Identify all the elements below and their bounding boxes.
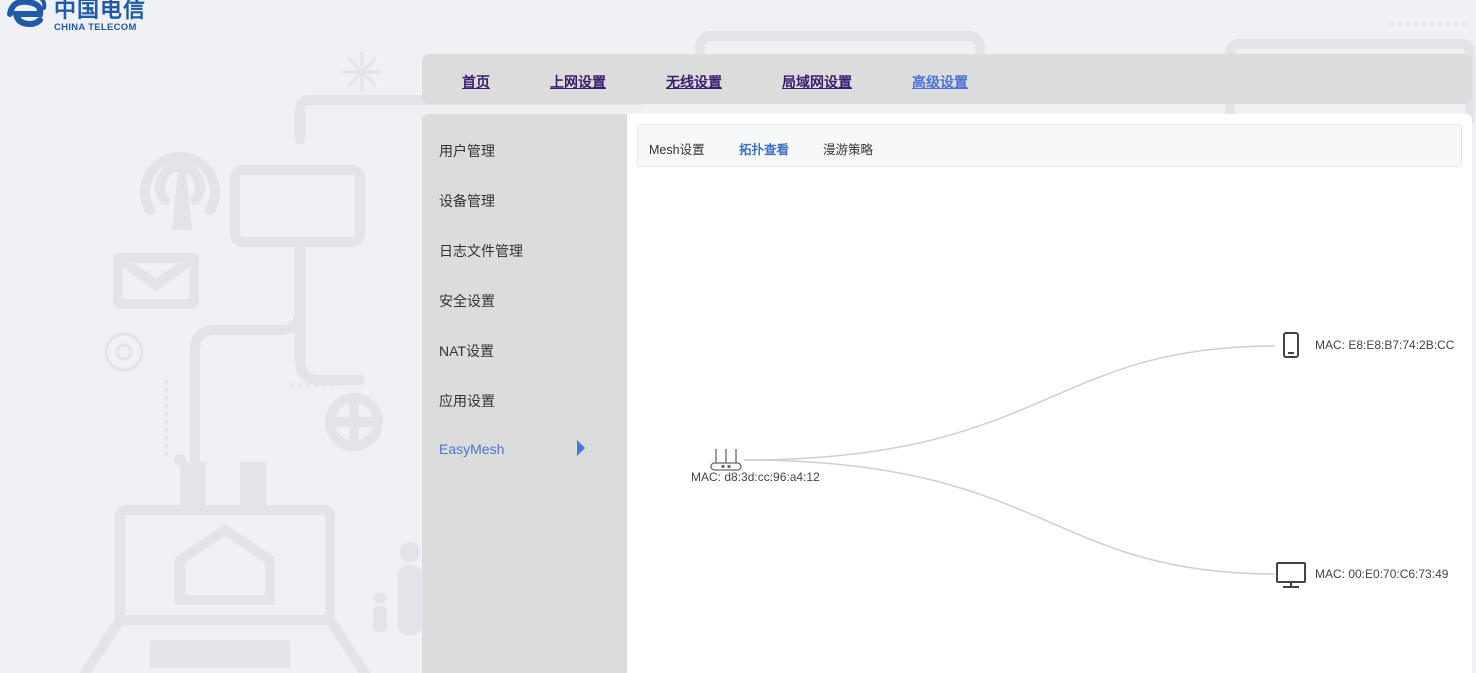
- brand-name-cn: 中国电信: [54, 0, 147, 23]
- telecom-e-logo-icon: [7, 0, 47, 28]
- sidebar-item-log-management[interactable]: 日志文件管理: [439, 241, 523, 261]
- monitor-icon[interactable]: [1276, 562, 1306, 588]
- main-content: Mesh设置 拓扑查看 漫游策略 MAC: d8:3d:cc:96:a4:12 …: [627, 114, 1472, 673]
- sidebar-item-nat[interactable]: NAT设置: [439, 341, 494, 361]
- sidebar-item-easymesh[interactable]: EasyMesh: [439, 441, 504, 457]
- topology-link-monitor: [743, 459, 1276, 575]
- top-navigation: 首页 上网设置 无线设置 局域网设置 高级设置: [422, 54, 1472, 104]
- nav-lan-settings[interactable]: 局域网设置: [782, 72, 852, 92]
- active-arrow-icon: [577, 440, 585, 456]
- sidebar: 用户管理 设备管理 日志文件管理 安全设置 NAT设置 应用设置 EasyMes…: [422, 114, 627, 673]
- sidebar-item-user-management[interactable]: 用户管理: [439, 141, 495, 161]
- brand-name-en: CHINA TELECOM: [54, 22, 137, 33]
- sidebar-item-applications[interactable]: 应用设置: [439, 391, 495, 411]
- nav-wireless-settings[interactable]: 无线设置: [666, 72, 722, 92]
- phone-icon[interactable]: [1283, 332, 1299, 358]
- topology-link-phone: [743, 345, 1276, 461]
- topology-diagram: MAC: d8:3d:cc:96:a4:12 MAC: E8:E8:B7:74:…: [691, 332, 1455, 588]
- router-icon[interactable]: [710, 449, 742, 471]
- nav-internet-settings[interactable]: 上网设置: [550, 72, 606, 92]
- sidebar-item-security[interactable]: 安全设置: [439, 291, 495, 311]
- monitor-mac-label: MAC: 00:E0:70:C6:73:49: [1315, 567, 1449, 581]
- phone-mac-label: MAC: E8:E8:B7:74:2B:CC: [1315, 338, 1455, 352]
- root-mac-label: MAC: d8:3d:cc:96:a4:12: [691, 470, 820, 484]
- nav-advanced-settings[interactable]: 高级设置: [912, 72, 968, 92]
- sidebar-item-device-management[interactable]: 设备管理: [439, 191, 495, 211]
- nav-home[interactable]: 首页: [462, 72, 490, 92]
